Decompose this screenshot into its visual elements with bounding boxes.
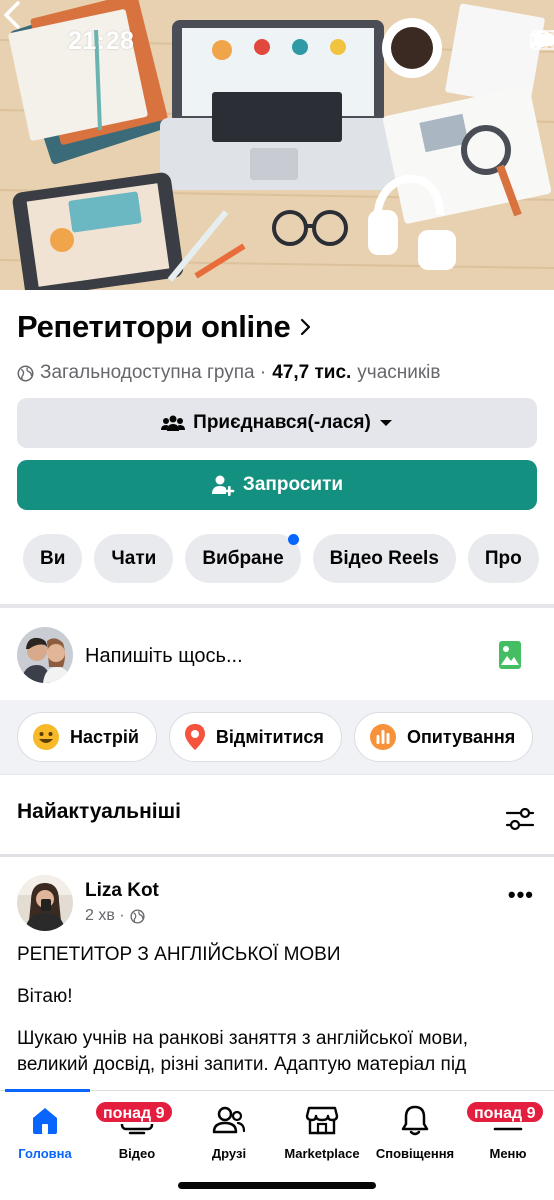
tab-friends[interactable]: Друзі: [184, 1102, 274, 1161]
post-meta: 2 хв ·: [85, 907, 145, 925]
chip-label: Вибране: [202, 547, 284, 569]
members-label: учасників: [357, 362, 441, 383]
post-timestamp[interactable]: 2 хв ·: [85, 907, 125, 925]
group-members-icon: [161, 415, 186, 431]
feed-sort-title: Найактуальніші: [17, 800, 181, 823]
post-body: РЕПЕТИТОР З АНГЛІЙСЬКОЇ МОВИ Вітаю! Шука…: [17, 942, 542, 1094]
check-in-label: Відмітитися: [215, 726, 324, 747]
group-privacy: Загальнодоступна група ·: [40, 362, 267, 383]
friends-icon: [212, 1106, 246, 1134]
post-paragraph: Шукаю учнів на ранкові заняття з англійс…: [17, 1028, 469, 1075]
chip-reels[interactable]: Відео Reels: [312, 534, 456, 583]
tab-label: Головна: [18, 1146, 72, 1161]
tab-label: Меню: [489, 1146, 527, 1161]
poll-icon: [369, 724, 396, 750]
notification-dot: [287, 534, 299, 545]
chip-label: Відео Reels: [329, 547, 439, 569]
feeling-button[interactable]: Настрій: [17, 712, 157, 762]
author-avatar-image: [17, 875, 73, 931]
poll-label: Опитування: [406, 726, 516, 747]
joined-button[interactable]: Приєднався(-лася): [17, 398, 537, 448]
home-indicator[interactable]: [178, 1182, 376, 1189]
chip-label: Чати: [111, 547, 157, 569]
feeling-label: Настрій: [70, 726, 139, 747]
chip-label: Ви: [40, 547, 66, 569]
group-name: Репетитори online: [17, 309, 291, 344]
filter-sliders-icon[interactable]: [505, 806, 535, 832]
tab-home[interactable]: Головна: [0, 1102, 90, 1161]
chip-chats[interactable]: Чати: [94, 534, 174, 583]
tab-notifications[interactable]: Сповіщення: [370, 1102, 460, 1161]
invite-button-label: Запросити: [242, 474, 344, 495]
tab-marketplace[interactable]: Marketplace: [277, 1102, 367, 1161]
tab-label: Друзі: [211, 1146, 247, 1161]
post-paragraph: РЕПЕТИТОР З АНГЛІЙСЬКОЇ МОВИ: [17, 944, 341, 965]
globe-icon: [130, 908, 145, 924]
composer-placeholder[interactable]: Напишіть щось...: [85, 645, 243, 668]
bell-icon: [401, 1105, 429, 1136]
home-icon: [33, 1108, 57, 1134]
post-more-options-icon[interactable]: •••: [508, 882, 534, 908]
chevron-right-icon: [301, 318, 311, 336]
chip-you[interactable]: Ви: [23, 534, 83, 583]
section-divider: [0, 854, 554, 857]
members-count[interactable]: 47,7 тис.: [272, 362, 351, 384]
caret-down-icon: [379, 420, 392, 426]
status-bar-time: 21:28: [68, 27, 135, 55]
user-avatar-image: [17, 627, 73, 683]
section-divider: [0, 774, 554, 775]
check-in-button[interactable]: Відмітитися: [168, 712, 342, 762]
menu-badge: понад 9: [465, 1100, 545, 1124]
add-person-icon: [211, 475, 235, 496]
poll-button[interactable]: Опитування: [353, 712, 534, 762]
joined-button-label: Приєднався(-лася): [193, 412, 371, 433]
quick-actions: Настрій Відмітитися Опитування: [17, 712, 534, 762]
group-cover-image[interactable]: 21:28: [0, 0, 554, 290]
active-tab-indicator: [5, 1089, 90, 1092]
invite-button[interactable]: Запросити: [17, 460, 537, 510]
section-divider: [0, 604, 554, 608]
post-author-avatar[interactable]: [17, 875, 73, 931]
post-paragraph: Вітаю!: [17, 986, 73, 1007]
group-title[interactable]: Репетитори online: [17, 309, 312, 345]
tab-label: Marketplace: [284, 1146, 360, 1161]
group-meta: Загальнодоступна група · 47,7 тис. учасн…: [17, 362, 441, 384]
post-author-name[interactable]: Liza Kot: [85, 880, 159, 902]
chip-label: Про: [484, 547, 522, 569]
location-pin-icon: [184, 724, 205, 750]
back-arrow-icon[interactable]: [0, 0, 24, 30]
chip-about[interactable]: Про: [467, 534, 539, 583]
battery-icon: [530, 30, 554, 50]
video-badge: понад 9: [94, 1100, 174, 1124]
tab-label: Сповіщення: [375, 1146, 455, 1161]
avatar[interactable]: [17, 627, 73, 683]
globe-icon: [17, 365, 34, 381]
chip-featured[interactable]: Вибране: [185, 534, 301, 583]
photo-icon[interactable]: [498, 640, 522, 670]
smiley-icon: [33, 724, 59, 750]
group-tabs: Ви Чати Вибране Відео Reels Про: [23, 534, 539, 583]
post-composer[interactable]: Напишіть щось...: [0, 612, 554, 700]
marketplace-icon: [305, 1106, 339, 1135]
tab-label: Відео: [118, 1146, 156, 1161]
